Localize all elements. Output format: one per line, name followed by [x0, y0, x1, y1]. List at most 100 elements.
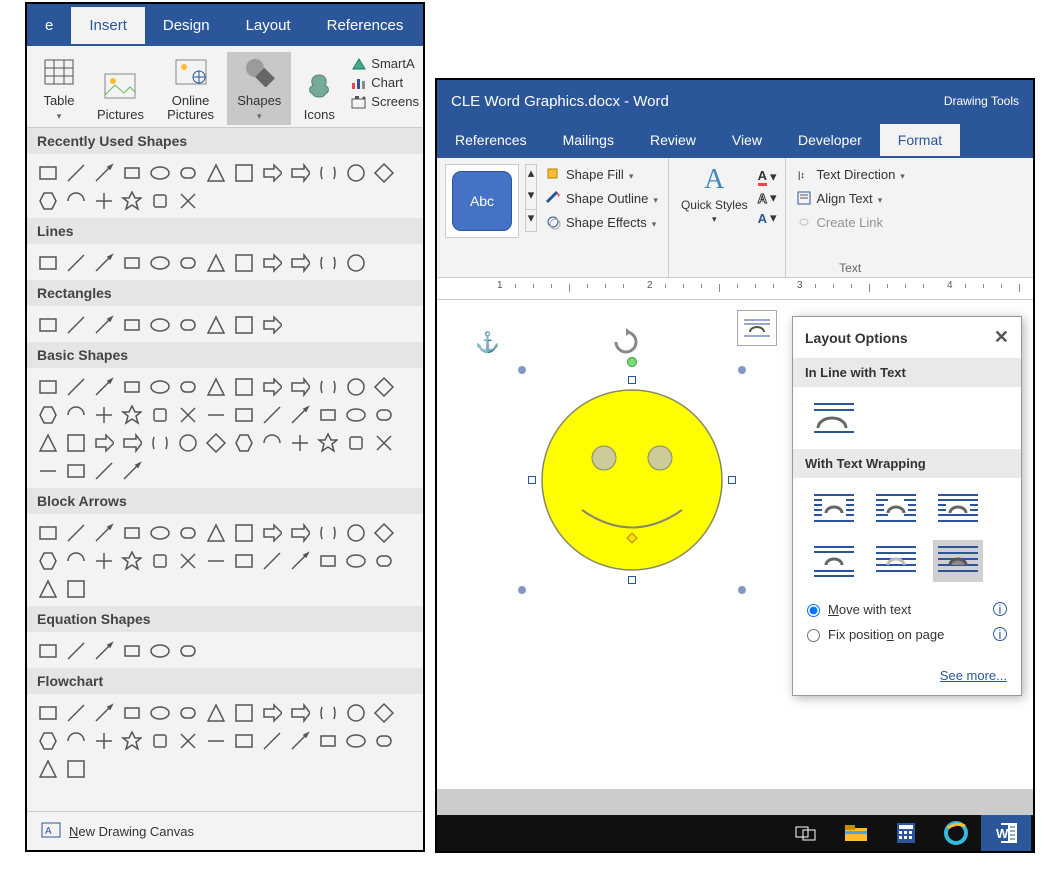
- shape-item[interactable]: [370, 727, 396, 753]
- shape-outline-button[interactable]: Shape Outline: [543, 188, 660, 208]
- shape-item[interactable]: [230, 159, 256, 185]
- shape-item[interactable]: [118, 699, 144, 725]
- shape-item[interactable]: [314, 519, 340, 545]
- screenshot-button[interactable]: Screens: [351, 94, 419, 109]
- shape-item[interactable]: [174, 311, 200, 337]
- wrap-topbottom[interactable]: [809, 540, 859, 582]
- shape-effects-button[interactable]: Shape Effects: [543, 212, 660, 232]
- document-canvas[interactable]: ⚓ Layout: [437, 300, 1033, 851]
- shape-item[interactable]: [118, 159, 144, 185]
- shape-item[interactable]: [34, 519, 60, 545]
- shape-item[interactable]: [286, 373, 312, 399]
- shape-item[interactable]: [118, 187, 144, 213]
- shape-item[interactable]: [230, 311, 256, 337]
- shape-item[interactable]: [90, 727, 116, 753]
- shape-item[interactable]: [202, 249, 228, 275]
- shape-item[interactable]: [370, 401, 396, 427]
- shape-item[interactable]: [230, 699, 256, 725]
- layout-options-button[interactable]: [737, 310, 777, 346]
- shape-item[interactable]: [34, 187, 60, 213]
- shape-item[interactable]: [90, 519, 116, 545]
- shape-item[interactable]: [314, 159, 340, 185]
- shape-item[interactable]: [90, 547, 116, 573]
- shapes-button[interactable]: Shapes: [227, 52, 291, 125]
- style-gallery-scrollbar[interactable]: ▴ ▾ ▾: [525, 164, 537, 232]
- shape-item[interactable]: [62, 547, 88, 573]
- resize-handle-right[interactable]: [728, 476, 736, 484]
- shape-item[interactable]: [370, 429, 396, 455]
- resize-handle-bottom[interactable]: [628, 576, 636, 584]
- shape-item[interactable]: [90, 373, 116, 399]
- wrap-tight[interactable]: [871, 488, 921, 530]
- pictures-button[interactable]: Pictures: [87, 52, 154, 125]
- shape-item[interactable]: [90, 401, 116, 427]
- shape-fill-button[interactable]: Shape Fill: [543, 164, 660, 184]
- shape-item[interactable]: [62, 311, 88, 337]
- icons-button[interactable]: Icons: [291, 52, 347, 125]
- shape-item[interactable]: [202, 429, 228, 455]
- shape-item[interactable]: [118, 547, 144, 573]
- ie-icon[interactable]: [931, 815, 981, 851]
- shape-item[interactable]: [118, 457, 144, 483]
- shape-item[interactable]: [342, 249, 368, 275]
- shape-item[interactable]: [342, 727, 368, 753]
- smiley-shape[interactable]: [532, 380, 732, 580]
- tab-mailings[interactable]: Mailings: [545, 124, 632, 156]
- shape-item[interactable]: [230, 373, 256, 399]
- shape-item[interactable]: [146, 699, 172, 725]
- shape-item[interactable]: [146, 727, 172, 753]
- rotation-handle[interactable]: [627, 357, 637, 367]
- shape-item[interactable]: [174, 249, 200, 275]
- shape-item[interactable]: [90, 249, 116, 275]
- shape-item[interactable]: [146, 637, 172, 663]
- shape-item[interactable]: [118, 249, 144, 275]
- resize-handle-top[interactable]: [628, 376, 636, 384]
- shape-item[interactable]: [146, 159, 172, 185]
- smartart-button[interactable]: SmartA: [351, 56, 419, 71]
- shape-item[interactable]: [370, 699, 396, 725]
- close-icon[interactable]: ✕: [994, 327, 1009, 348]
- shape-item[interactable]: [342, 547, 368, 573]
- shape-item[interactable]: [202, 159, 228, 185]
- tab-developer[interactable]: Developer: [780, 124, 880, 156]
- shape-item[interactable]: [118, 401, 144, 427]
- wrap-through[interactable]: [933, 488, 983, 530]
- shape-item[interactable]: [286, 401, 312, 427]
- shape-item[interactable]: [62, 457, 88, 483]
- shape-item[interactable]: [258, 547, 284, 573]
- shapes-gallery[interactable]: Recently Used ShapesLinesRectanglesBasic…: [27, 128, 423, 811]
- shape-item[interactable]: [174, 187, 200, 213]
- info-icon[interactable]: i: [993, 627, 1007, 641]
- shape-item[interactable]: [62, 159, 88, 185]
- wrap-square[interactable]: [809, 488, 859, 530]
- shape-item[interactable]: [174, 699, 200, 725]
- tab-references[interactable]: References: [437, 124, 545, 156]
- shape-item[interactable]: [62, 401, 88, 427]
- shape-item[interactable]: [314, 547, 340, 573]
- shape-item[interactable]: [62, 755, 88, 781]
- shape-item[interactable]: [286, 699, 312, 725]
- tab-review[interactable]: Review: [632, 124, 714, 156]
- shape-item[interactable]: [90, 187, 116, 213]
- info-icon[interactable]: i: [993, 602, 1007, 616]
- online-pictures-button[interactable]: Online Pictures: [154, 52, 227, 125]
- shape-item[interactable]: [174, 637, 200, 663]
- tab-format[interactable]: Format: [880, 124, 960, 156]
- resize-handle-tr[interactable]: [738, 366, 746, 374]
- shape-item[interactable]: [118, 519, 144, 545]
- shape-item[interactable]: [342, 373, 368, 399]
- shape-item[interactable]: [314, 401, 340, 427]
- chart-button[interactable]: Chart: [351, 75, 419, 90]
- shape-item[interactable]: [314, 249, 340, 275]
- shape-item[interactable]: [342, 699, 368, 725]
- tab-m-truncated[interactable]: M: [421, 7, 425, 44]
- shape-item[interactable]: [146, 249, 172, 275]
- shape-item[interactable]: [146, 547, 172, 573]
- shape-item[interactable]: [146, 429, 172, 455]
- shape-item[interactable]: [90, 637, 116, 663]
- tab-file-truncated[interactable]: e: [27, 7, 71, 44]
- shape-item[interactable]: [90, 159, 116, 185]
- task-view-icon[interactable]: [781, 815, 831, 851]
- shape-item[interactable]: [314, 727, 340, 753]
- shape-item[interactable]: [34, 575, 60, 601]
